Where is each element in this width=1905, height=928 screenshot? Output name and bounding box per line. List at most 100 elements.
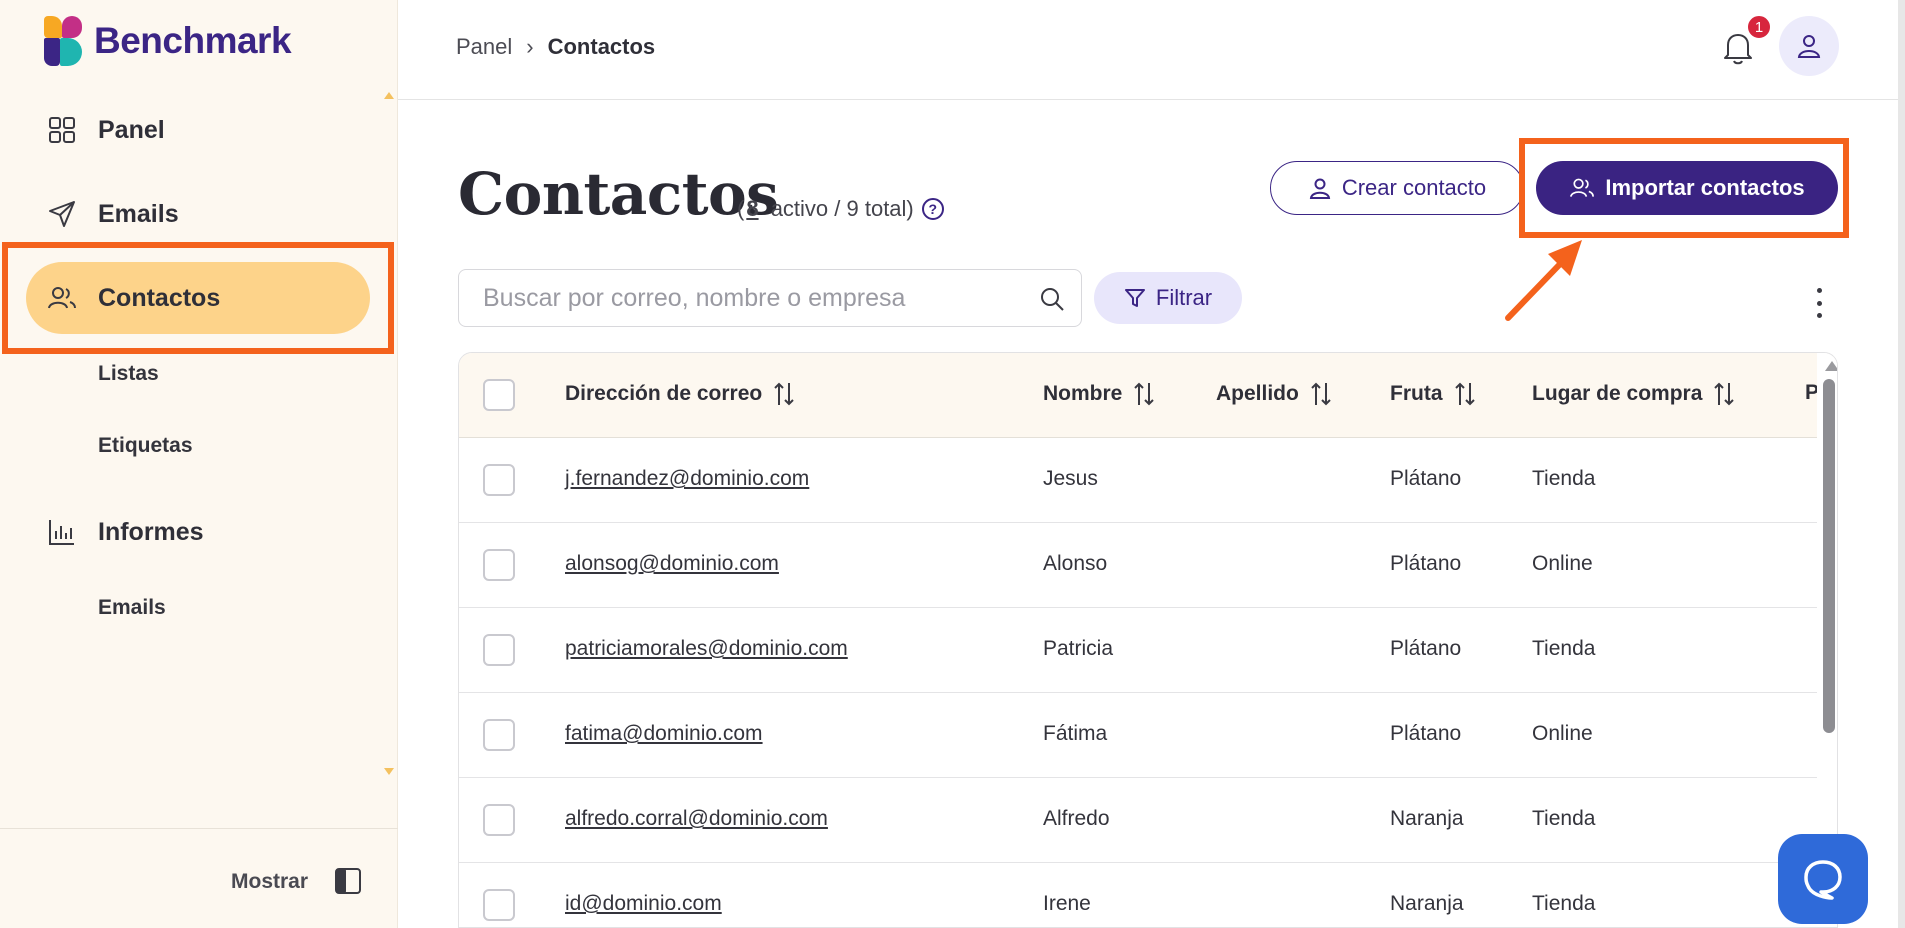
search-input[interactable] (483, 283, 1003, 313)
column-header-apellido[interactable]: Apellido (1216, 381, 1333, 407)
table-row[interactable]: id@dominio.com Irene Naranja Tienda (459, 863, 1817, 927)
sidebar-subitem-listas[interactable]: Listas (98, 362, 159, 386)
column-header-label: Dirección de correo (565, 382, 763, 405)
row-email-link[interactable]: alonsog@dominio.com (565, 552, 779, 576)
row-lugar: Tienda (1532, 637, 1596, 660)
row-email-link[interactable]: fatima@dominio.com (565, 722, 763, 746)
table-header: Dirección de correo Nombre Apellido Frut… (459, 353, 1837, 438)
page-title: Contactos (458, 160, 779, 228)
row-fruta: Plátano (1390, 552, 1462, 575)
filter-icon (1124, 289, 1145, 307)
sidebar-item-informes[interactable]: Informes (26, 496, 370, 568)
row-checkbox[interactable] (483, 464, 515, 496)
sidebar-toggle-icon[interactable] (334, 867, 362, 895)
brand-logo[interactable]: Benchmark (42, 16, 292, 66)
breadcrumb-panel-link[interactable]: Panel (456, 34, 512, 60)
sort-icon (1134, 382, 1155, 406)
users-icon (46, 282, 78, 314)
scroll-up-arrow-icon[interactable] (1825, 361, 1837, 371)
row-email-link[interactable]: patriciamorales@dominio.com (565, 637, 848, 661)
sort-icon (1311, 382, 1331, 406)
counts-open: ( (737, 196, 745, 221)
import-contacts-label: Importar contactos (1605, 175, 1805, 200)
row-fruta: Naranja (1390, 807, 1464, 830)
topbar: Panel › Contactos 1 (398, 0, 1905, 100)
row-nombre: Jesus (1043, 467, 1098, 490)
column-header-label: Lugar de compra (1532, 382, 1703, 405)
column-header-lugar[interactable]: Lugar de compra (1532, 381, 1736, 407)
benchmark-logo-icon (42, 16, 84, 66)
more-options-icon[interactable] (1812, 288, 1826, 318)
row-email-link[interactable]: id@dominio.com (565, 892, 722, 916)
column-header-email[interactable]: Dirección de correo (565, 381, 796, 407)
row-checkbox[interactable] (483, 634, 515, 666)
filter-label: Filtrar (1155, 285, 1213, 310)
sidebar-subitem-informes-emails[interactable]: Emails (98, 596, 166, 620)
column-header-nombre[interactable]: Nombre (1043, 381, 1156, 407)
row-checkbox[interactable] (483, 889, 515, 921)
row-checkbox[interactable] (483, 719, 515, 751)
import-contacts-button[interactable]: Importar contactos (1536, 161, 1838, 215)
row-nombre: Fátima (1043, 722, 1108, 745)
search-box (458, 269, 1082, 327)
row-fruta: Plátano (1390, 722, 1462, 745)
create-contact-button[interactable]: Crear contacto (1270, 161, 1524, 215)
sidebar-item-panel[interactable]: Panel (26, 94, 370, 166)
search-icon[interactable] (1039, 286, 1065, 312)
table-row[interactable]: alfredo.corral@dominio.com Alfredo Naran… (459, 778, 1817, 863)
column-header-label: Fruta (1390, 382, 1443, 405)
row-checkbox[interactable] (483, 549, 515, 581)
sidebar-item-contactos[interactable]: Contactos (26, 262, 370, 334)
sort-icon (1714, 382, 1735, 406)
sidebar-item-label: Informes (98, 517, 204, 546)
row-nombre: Irene (1043, 892, 1091, 915)
sort-icon (1454, 382, 1475, 406)
row-fruta: Plátano (1390, 467, 1462, 490)
table-scrollbar-thumb[interactable] (1823, 379, 1835, 733)
table-row[interactable]: j.fernandez@dominio.com Jesus Plátano Ti… (459, 438, 1817, 523)
row-email-link[interactable]: j.fernandez@dominio.com (565, 467, 809, 491)
contact-counts: (8 activo / 9 total) ? (737, 196, 944, 222)
row-lugar: Tienda (1532, 467, 1596, 490)
bar-chart-icon (46, 516, 78, 548)
active-count-link[interactable]: 8 (746, 196, 758, 222)
table-row[interactable]: patriciamorales@dominio.com Patricia Plá… (459, 608, 1817, 693)
notification-badge: 1 (1746, 14, 1772, 40)
sidebar-subitem-etiquetas[interactable]: Etiquetas (98, 434, 193, 458)
filter-button[interactable]: Filtrar (1094, 272, 1242, 324)
user-icon (1309, 178, 1330, 199)
table-row[interactable]: fatima@dominio.com Fátima Plátano Online (459, 693, 1817, 778)
table-row[interactable]: alonsog@dominio.com Alonso Plátano Onlin… (459, 523, 1817, 608)
select-all-checkbox[interactable] (483, 379, 515, 411)
user-icon (1797, 35, 1821, 58)
sidebar-scroll-down-icon[interactable] (384, 768, 394, 775)
contacts-table: Dirección de correo Nombre Apellido Frut… (458, 352, 1838, 928)
counts-rest: activo / 9 total) (764, 196, 914, 221)
sidebar-item-label: Emails (98, 199, 179, 228)
sidebar-toggle-label[interactable]: Mostrar (231, 870, 308, 894)
column-header-fruta[interactable]: Fruta (1390, 381, 1477, 407)
avatar[interactable] (1779, 16, 1839, 76)
annotation-arrow-icon (1505, 240, 1582, 321)
chat-bubble-icon (1804, 860, 1842, 900)
app-window: Benchmark Panel Emails Contactos Listas … (0, 0, 1905, 928)
row-lugar: Online (1532, 722, 1593, 745)
sidebar-scroll-up-icon[interactable] (384, 92, 394, 99)
chat-support-button[interactable] (1778, 834, 1868, 924)
window-scrollbar[interactable] (1898, 0, 1905, 928)
row-fruta: Naranja (1390, 892, 1464, 915)
row-email-link[interactable]: alfredo.corral@dominio.com (565, 807, 828, 831)
row-nombre: Alonso (1043, 552, 1108, 575)
send-icon (46, 198, 78, 230)
create-contact-label: Crear contacto (1341, 175, 1487, 200)
help-icon[interactable]: ? (921, 198, 944, 220)
row-checkbox[interactable] (483, 804, 515, 836)
sidebar-item-emails[interactable]: Emails (26, 178, 370, 250)
column-header-label: Apellido (1216, 382, 1299, 405)
column-header-label: Nombre (1043, 382, 1123, 405)
users-icon (1570, 178, 1595, 197)
sidebar: Benchmark Panel Emails Contactos Listas … (0, 0, 398, 928)
row-lugar: Tienda (1532, 807, 1596, 830)
sort-icon (774, 382, 794, 406)
row-lugar: Online (1532, 552, 1593, 575)
